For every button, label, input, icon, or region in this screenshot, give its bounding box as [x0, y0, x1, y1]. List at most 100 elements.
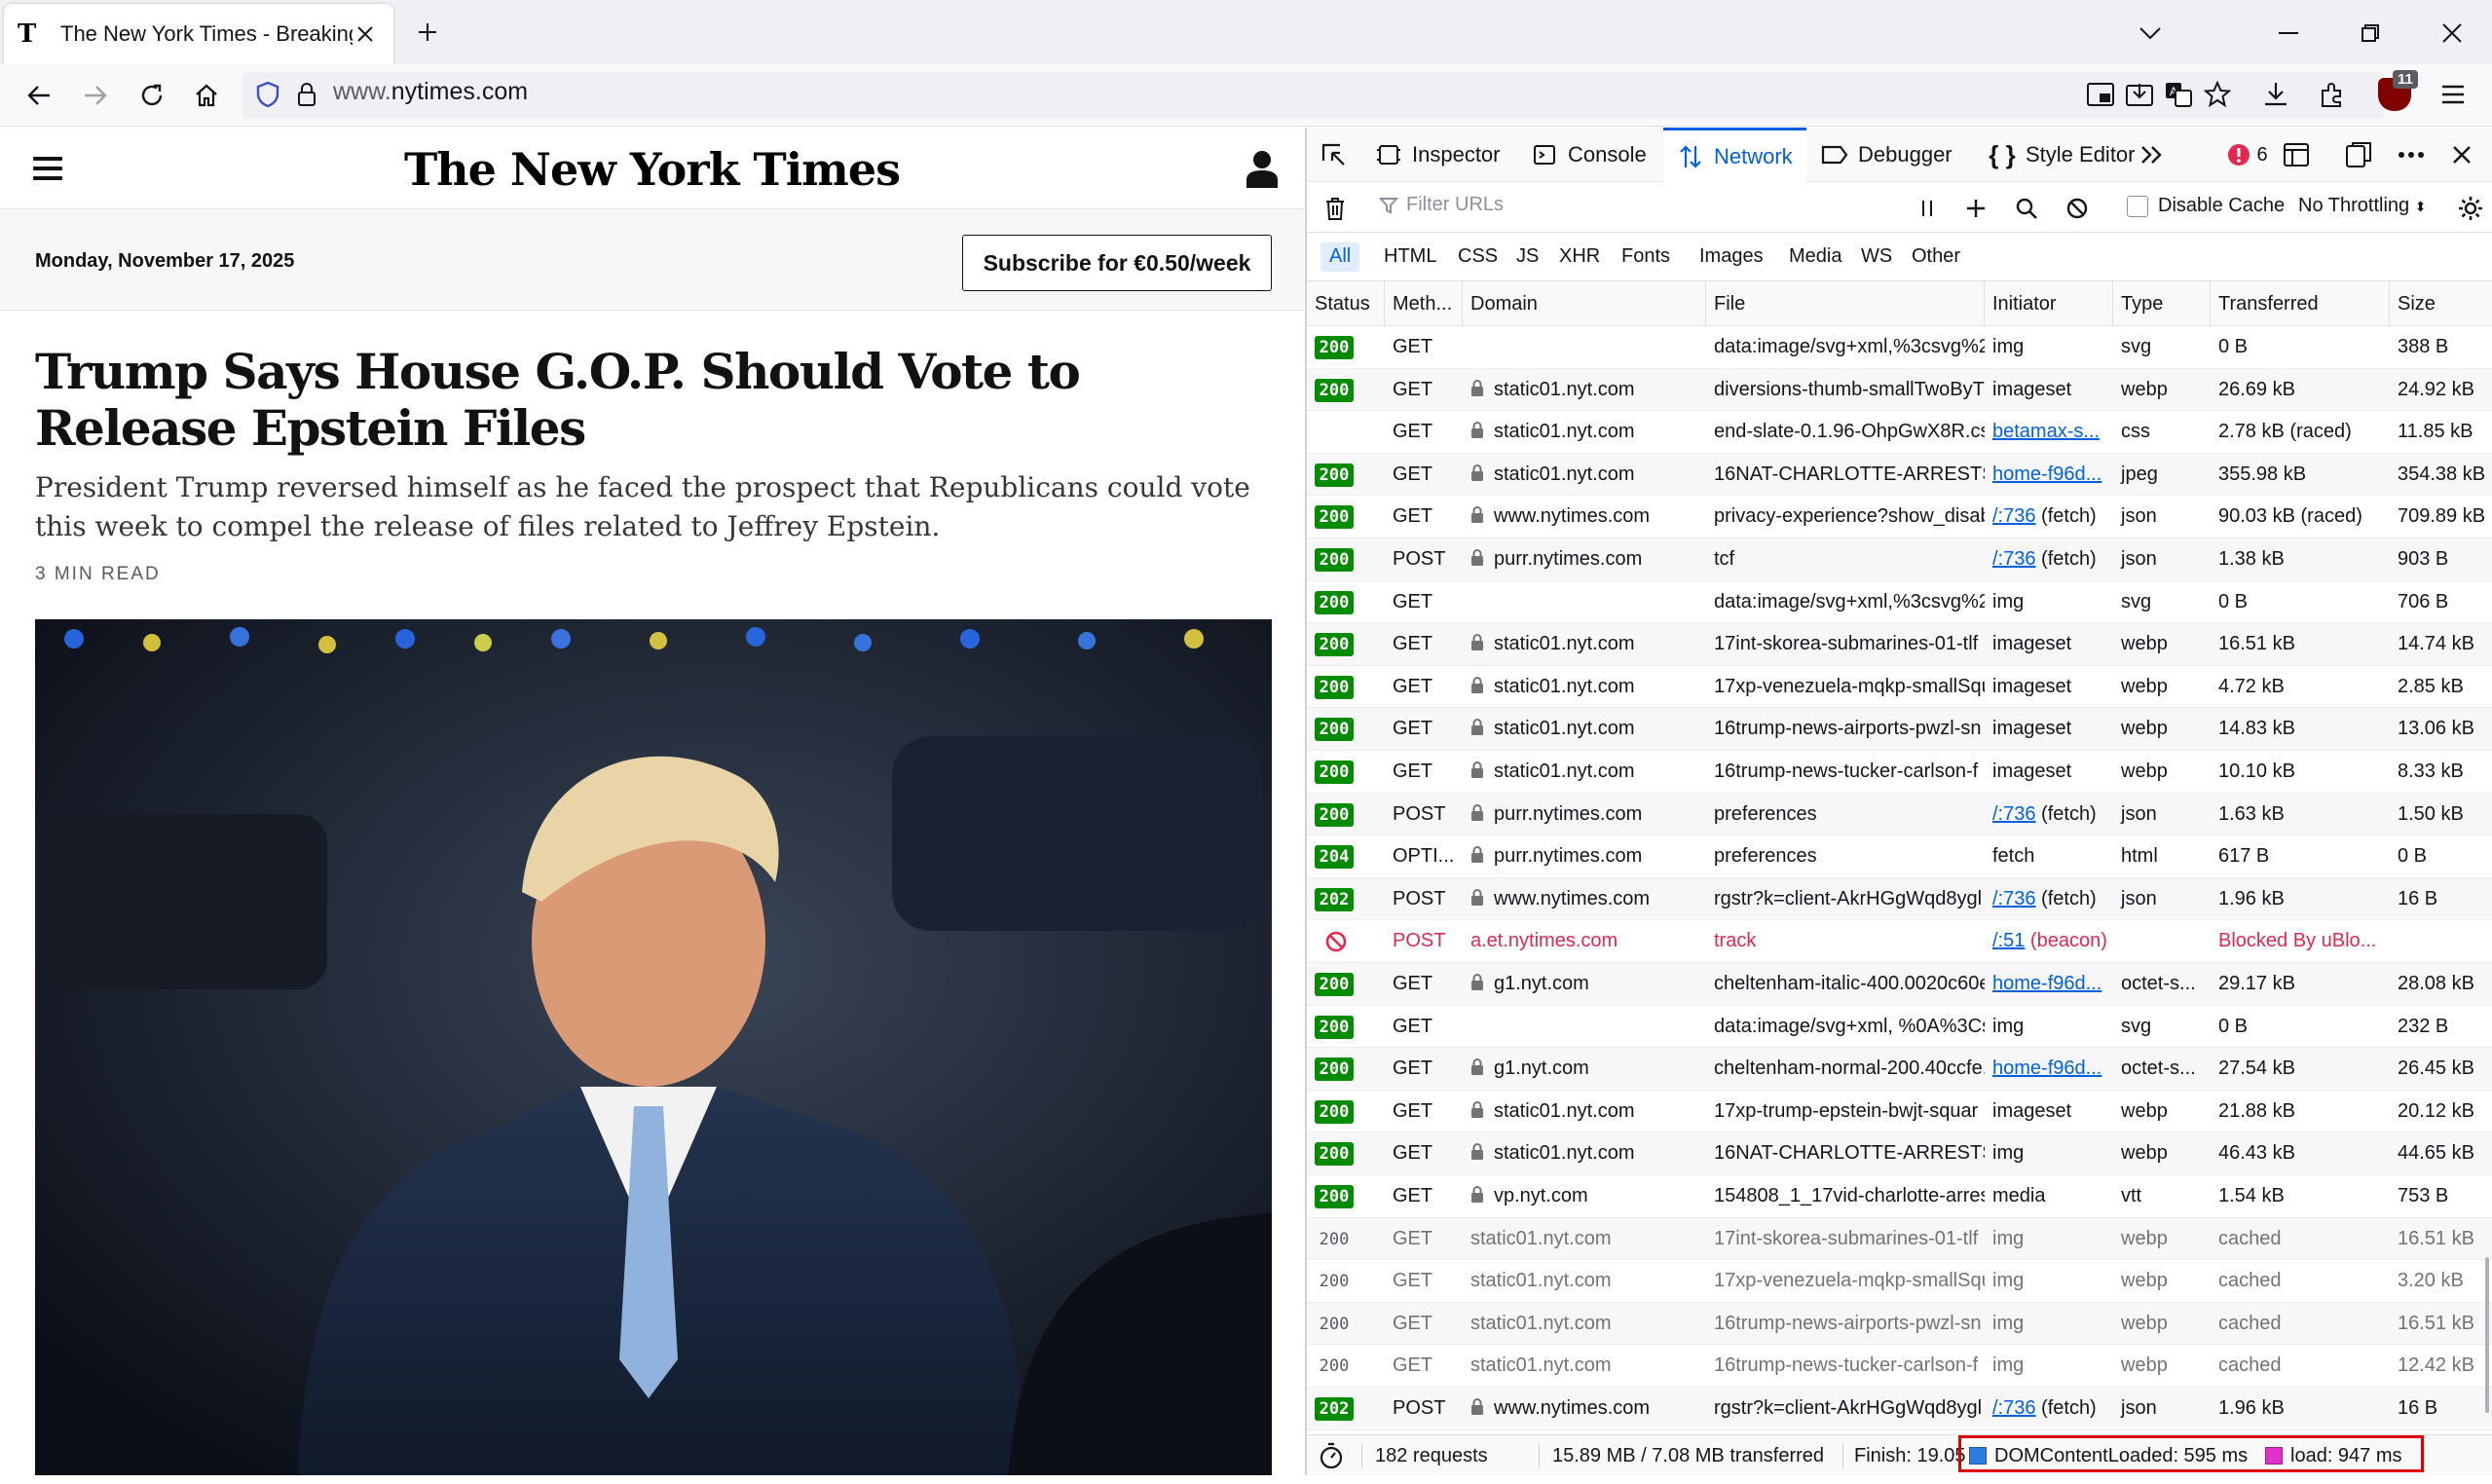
table-row[interactable]: 200 GET static01.nyt.com 16NAT-CHARLOTTE-AR…	[1307, 453, 2492, 497]
type-filter-images[interactable]: Images	[1691, 242, 1772, 272]
table-row[interactable]: 200 GET static01.nyt.com 16trump-news-tucke…	[1307, 751, 2492, 794]
type-filter-fonts[interactable]: Fonts	[1613, 242, 1679, 272]
table-row[interactable]: 202 POST www.nytimes.com rgstr?k=client-Akr…	[1307, 877, 2492, 921]
pause-icon[interactable]	[1913, 194, 1942, 223]
column-file[interactable]: File	[1706, 281, 1985, 326]
column-transferred[interactable]: Transferred	[2211, 281, 2390, 326]
initiator-text[interactable]: home-f96d...	[1992, 973, 2101, 994]
translate-icon[interactable]: A	[2160, 76, 2197, 113]
table-row[interactable]: 200 GET static01.nyt.com 17xp-venezuela-mqk…	[1307, 1260, 2492, 1303]
initiator-text[interactable]: /:736	[1992, 505, 2035, 527]
dock-side-icon[interactable]	[2343, 139, 2374, 170]
column-domain[interactable]: Domain	[1463, 281, 1706, 326]
tab-nytimes[interactable]: T The New York Times - Breaking N	[4, 4, 393, 64]
initiator-text[interactable]: home-f96d...	[1992, 1057, 2101, 1079]
error-count-badge[interactable]: 6	[2218, 139, 2277, 170]
table-row[interactable]: 200 POST purr.nytimes.com preferences /:736 …	[1307, 793, 2492, 836]
initiator-text[interactable]: /:736	[1992, 803, 2035, 825]
table-row[interactable]: POST a.et.nytimes.com track /:51 (beacon) Bl…	[1307, 920, 2492, 963]
table-row[interactable]: 200 GET vp.nyt.com 154808_1_17vid-charlotte…	[1307, 1175, 2492, 1218]
table-row[interactable]: GET static01.nyt.com end-slate-0.1.96-OhpG…	[1307, 411, 2492, 454]
initiator-text[interactable]: /:736	[1992, 548, 2035, 570]
table-row[interactable]: 200 GET static01.nyt.com 17xp-venezuela-mqk…	[1307, 666, 2492, 709]
close-tab-icon[interactable]	[349, 18, 382, 51]
type-filter-html[interactable]: HTML	[1375, 242, 1445, 272]
list-all-tabs-chevron-icon[interactable]	[2129, 12, 2172, 55]
more-options-icon[interactable]	[2396, 139, 2427, 170]
close-window-icon[interactable]	[2431, 12, 2473, 55]
element-picker-icon[interactable]	[1319, 139, 1350, 170]
picture-in-picture-icon[interactable]	[2082, 76, 2119, 113]
filter-urls-input[interactable]: Filter URLs	[1379, 194, 1504, 216]
type-filter-all[interactable]: All	[1320, 242, 1360, 272]
close-devtools-icon[interactable]	[2446, 139, 2477, 170]
table-row[interactable]: 204 OPTI... purr.nytimes.com preferences fet…	[1307, 835, 2492, 878]
add-request-plus-icon[interactable]	[1961, 194, 1990, 223]
bookmark-star-icon[interactable]	[2199, 76, 2236, 113]
table-scrollbar[interactable]	[2485, 1257, 2489, 1413]
network-settings-gear-icon[interactable]	[2456, 194, 2485, 223]
url-bar[interactable]	[242, 72, 2384, 119]
tab-inspector[interactable]: Inspector	[1375, 128, 1501, 182]
type-filter-other[interactable]: Other	[1903, 242, 1969, 272]
table-row[interactable]: 200 GET g1.nyt.com cheltenham-normal-200.40…	[1307, 1048, 2492, 1091]
initiator-text[interactable]: /:736	[1992, 1397, 2035, 1419]
extensions-puzzle-icon[interactable]	[2314, 76, 2351, 113]
initiator-text[interactable]: home-f96d...	[1992, 464, 2101, 485]
toggle-split-console-icon[interactable]	[2281, 139, 2312, 170]
table-row[interactable]: 200 GET g1.nyt.com cheltenham-italic-400.00…	[1307, 963, 2492, 1006]
column-initiator[interactable]: Initiator	[1985, 281, 2113, 326]
more-tabs-chevron-icon[interactable]	[2137, 139, 2168, 170]
url-text[interactable]: www.nytimes.com	[333, 78, 528, 106]
downloads-icon[interactable]	[2257, 76, 2294, 113]
nyt-logo[interactable]: The New York Times	[0, 143, 1304, 196]
table-row[interactable]: 200 GET data:image/svg+xml,%3csvg%2 img svg 0…	[1307, 581, 2492, 624]
column-status[interactable]: Status	[1307, 281, 1385, 326]
table-row[interactable]: 202 POST www.nytimes.com rgstr?k=client-Akr…	[1307, 1388, 2492, 1430]
tracking-protection-shield-icon[interactable]	[249, 76, 286, 113]
performance-stopwatch-icon[interactable]	[1319, 1435, 1344, 1476]
table-row[interactable]: 200 GET static01.nyt.com 16NAT-CHARLOTTE-AR…	[1307, 1132, 2492, 1175]
table-row[interactable]: 200 GET data:image/svg+xml, %0A%3Cs img svg 0…	[1307, 1006, 2492, 1049]
table-row[interactable]: 200 GET static01.nyt.com 16trump-news-airpo…	[1307, 1302, 2492, 1346]
table-row[interactable]: 200 GET data:image/svg+xml,%3csvg%2 img svg 0…	[1307, 326, 2492, 369]
back-icon[interactable]	[19, 76, 58, 115]
table-row[interactable]: 200 GET static01.nyt.com 17int-skorea-subma…	[1307, 623, 2492, 666]
article-headline[interactable]: Trump Says House G.O.P. Should Vote to R…	[35, 344, 1282, 457]
tab-debugger[interactable]: Debugger	[1821, 128, 1953, 182]
table-row[interactable]: 200 GET static01.nyt.com 16trump-news-airpo…	[1307, 708, 2492, 751]
tab-console[interactable]: Console	[1531, 128, 1647, 182]
tab-style-editor[interactable]: { } Style Editor	[1989, 128, 2135, 182]
app-menu-icon[interactable]	[2435, 76, 2472, 113]
table-row[interactable]: 200 GET static01.nyt.com 16trump-news-tucke…	[1307, 1345, 2492, 1388]
column-type[interactable]: Type	[2113, 281, 2211, 326]
table-row[interactable]: 200 GET static01.nyt.com 17int-skorea-subma…	[1307, 1217, 2492, 1261]
type-filter-xhr[interactable]: XHR	[1550, 242, 1609, 272]
table-row[interactable]: 200 GET www.nytimes.com privacy-experience?…	[1307, 496, 2492, 538]
table-row[interactable]: 200 GET static01.nyt.com diversions-thumb-s…	[1307, 368, 2492, 412]
subscribe-button[interactable]: Subscribe for €0.50/week	[962, 235, 1272, 291]
checkbox-box[interactable]	[2127, 195, 2148, 217]
account-icon[interactable]	[1245, 149, 1280, 188]
initiator-text[interactable]: /:51	[1992, 930, 2025, 951]
initiator-text[interactable]: betamax-s...	[1992, 421, 2100, 442]
type-filter-css[interactable]: CSS	[1449, 242, 1506, 272]
type-filter-ws[interactable]: WS	[1852, 242, 1901, 272]
forward-icon[interactable]	[76, 76, 115, 115]
disable-cache-checkbox[interactable]: Disable Cache	[2127, 195, 2285, 217]
type-filter-media[interactable]: Media	[1780, 242, 1850, 272]
tab-network[interactable]: Network	[1663, 128, 1806, 182]
column-size[interactable]: Size	[2390, 281, 2492, 326]
table-row[interactable]: 200 GET static01.nyt.com 17xp-trump-epstein…	[1307, 1091, 2492, 1133]
reload-icon[interactable]	[132, 76, 171, 115]
home-icon[interactable]	[187, 76, 226, 115]
table-row[interactable]: 200 POST purr.nytimes.com tcf /:736 (fetch) j…	[1307, 538, 2492, 581]
throttling-select[interactable]: No Throttling ⬍	[2298, 195, 2426, 217]
restore-icon[interactable]	[2349, 12, 2392, 55]
type-filter-js[interactable]: JS	[1507, 242, 1547, 272]
clear-trash-icon[interactable]	[1320, 194, 1350, 223]
initiator-text[interactable]: /:736	[1992, 888, 2035, 909]
new-tab-icon[interactable]	[409, 14, 446, 51]
block-urls-icon[interactable]	[2063, 194, 2092, 223]
lock-icon[interactable]	[288, 76, 325, 113]
